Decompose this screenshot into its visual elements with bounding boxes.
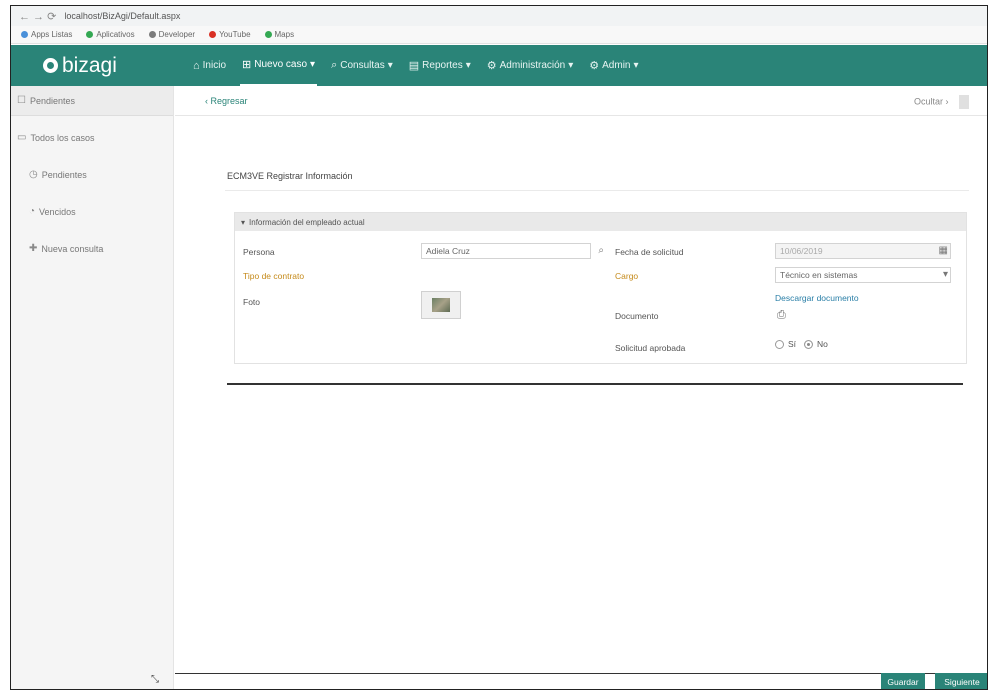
- panel-toggle-icon[interactable]: [959, 95, 969, 109]
- form-divider: [227, 383, 963, 385]
- menu-admin-user[interactable]: ⚙ Admin ▾: [587, 45, 640, 86]
- bookmark-icon: [264, 31, 272, 39]
- chevron-down-icon: ▾: [942, 269, 948, 280]
- clock-icon: ◷: [29, 169, 38, 180]
- cargo-label: Cargo: [615, 271, 639, 281]
- inbox-icon: ☐: [17, 95, 26, 106]
- sidebar-item-pendientes-top[interactable]: ☐ Pendientes: [11, 86, 173, 116]
- lookup-search-icon[interactable]: ⌕: [598, 245, 604, 256]
- address-bar: ← → ⟳ localhost/BizAgi/Default.aspx: [11, 6, 987, 26]
- chevron-down-icon: ▾: [465, 60, 471, 71]
- next-button[interactable]: Siguiente: [935, 673, 987, 689]
- bookmark-icon: [86, 31, 94, 39]
- panel-header[interactable]: ▾ Información del empleado actual: [235, 213, 966, 231]
- chevron-down-icon: ▾: [633, 60, 639, 71]
- collapse-arrow-icon: ▾: [241, 217, 246, 227]
- logo-icon: [43, 58, 58, 73]
- calendar-icon[interactable]: ▦: [939, 245, 948, 256]
- sidebar-item-nueva-consulta[interactable]: ✚ Nueva consulta: [11, 235, 173, 262]
- sidebar-item-vencidos[interactable]: ◔ Vencidos: [11, 198, 173, 225]
- collapse-icon[interactable]: ⤡: [151, 674, 159, 685]
- radio-si[interactable]: [775, 339, 784, 349]
- employee-photo-image: [432, 298, 450, 312]
- bookmark-item[interactable]: YouTube: [209, 30, 251, 39]
- hide-toggle[interactable]: Ocultar ›: [914, 95, 969, 109]
- employee-panel: ▾ Información del empleado actual Person…: [234, 212, 967, 364]
- persona-input[interactable]: Adiela Cruz ⌕: [421, 243, 604, 259]
- menu-reportes[interactable]: ▤ Reportes ▾: [407, 45, 473, 86]
- photo-thumbnail[interactable]: [421, 291, 461, 319]
- back-link[interactable]: ‹ Regresar: [205, 96, 248, 106]
- bookmark-item[interactable]: Maps: [264, 30, 294, 39]
- sidebar: ☐ Pendientes ▭ Todos los casos ◷ Pendien…: [11, 86, 174, 689]
- menu-inicio[interactable]: ⌂ Inicio: [191, 45, 228, 86]
- app-header: bizagi ⌂ Inicio ⊞ Nuevo caso ▾ ⌕ Consult…: [11, 45, 987, 86]
- gear-icon: ⚙: [486, 60, 497, 72]
- bookmark-item[interactable]: Developer: [148, 30, 195, 39]
- plus-icon: ✚: [29, 243, 38, 254]
- bookmark-item[interactable]: Aplicativos: [86, 30, 135, 39]
- bookmark-item[interactable]: Apps Listas: [21, 30, 72, 39]
- new-case-icon: ⊞: [242, 59, 252, 71]
- case-title: ECM3VE Registrar Información: [227, 171, 353, 181]
- fecha-input[interactable]: 10/06/2019 ▦: [775, 243, 951, 259]
- expired-icon: ◔: [29, 206, 36, 217]
- cargo-select[interactable]: Técnico en sistemas ▾: [775, 267, 951, 283]
- chevron-down-icon: ▾: [310, 59, 316, 70]
- browser-window: ← → ⟳ localhost/BizAgi/Default.aspx Apps…: [10, 5, 988, 690]
- persona-label: Persona: [243, 247, 275, 257]
- download-document-link[interactable]: Descargar documento: [775, 293, 859, 303]
- chevron-down-icon: ▾: [387, 60, 393, 71]
- aprobado-label: Solicitud aprobada: [615, 343, 686, 353]
- folder-icon: ▭: [17, 132, 27, 143]
- bizagi-logo[interactable]: bizagi: [11, 54, 186, 78]
- chevron-right-icon: ›: [945, 96, 949, 107]
- menu-consultas[interactable]: ⌕ Consultas ▾: [329, 45, 395, 86]
- fecha-label: Fecha de solicitud: [615, 247, 684, 257]
- action-bar: Guardar Siguiente: [175, 673, 987, 689]
- bookmark-icon: [148, 31, 156, 39]
- breadcrumb: ‹ Regresar Ocultar ›: [175, 86, 987, 116]
- home-icon: ⌂: [193, 59, 200, 72]
- sidebar-group-todos[interactable]: ▭ Todos los casos: [11, 124, 173, 151]
- nav-arrows-icon[interactable]: ← → ⟳: [19, 10, 56, 23]
- user-gear-icon: ⚙: [589, 60, 600, 72]
- sidebar-item-pendientes[interactable]: ◷ Pendientes: [11, 161, 173, 188]
- bookmark-icon: [21, 31, 28, 39]
- bookmark-icon: [209, 31, 217, 39]
- url-text[interactable]: localhost/BizAgi/Default.aspx: [64, 11, 180, 21]
- save-button[interactable]: Guardar: [881, 673, 925, 689]
- search-icon: ⌕: [331, 59, 338, 71]
- main-content: ‹ Regresar Ocultar › ECM3VE Registrar In…: [175, 86, 987, 689]
- title-divider: [225, 190, 969, 191]
- file-icon[interactable]: ⎙: [777, 309, 786, 322]
- report-icon: ▤: [408, 60, 420, 72]
- chevron-down-icon: ▾: [568, 60, 574, 71]
- main-menu: ⌂ Inicio ⊞ Nuevo caso ▾ ⌕ Consultas ▾ ▤ …: [191, 45, 641, 86]
- aprobado-radio-group: Sí No: [775, 339, 828, 349]
- menu-nuevo-caso[interactable]: ⊞ Nuevo caso ▾: [240, 45, 318, 86]
- logo-text: bizagi: [62, 53, 117, 77]
- tipo-contrato-label: Tipo de contrato: [243, 271, 305, 281]
- radio-no[interactable]: [804, 339, 814, 349]
- menu-administracion[interactable]: ⚙ Administración ▾: [485, 45, 576, 86]
- bookmarks-bar: Apps Listas Aplicativos Developer YouTub…: [11, 26, 987, 44]
- foto-label: Foto: [243, 297, 261, 307]
- documento-label: Documento: [615, 311, 659, 321]
